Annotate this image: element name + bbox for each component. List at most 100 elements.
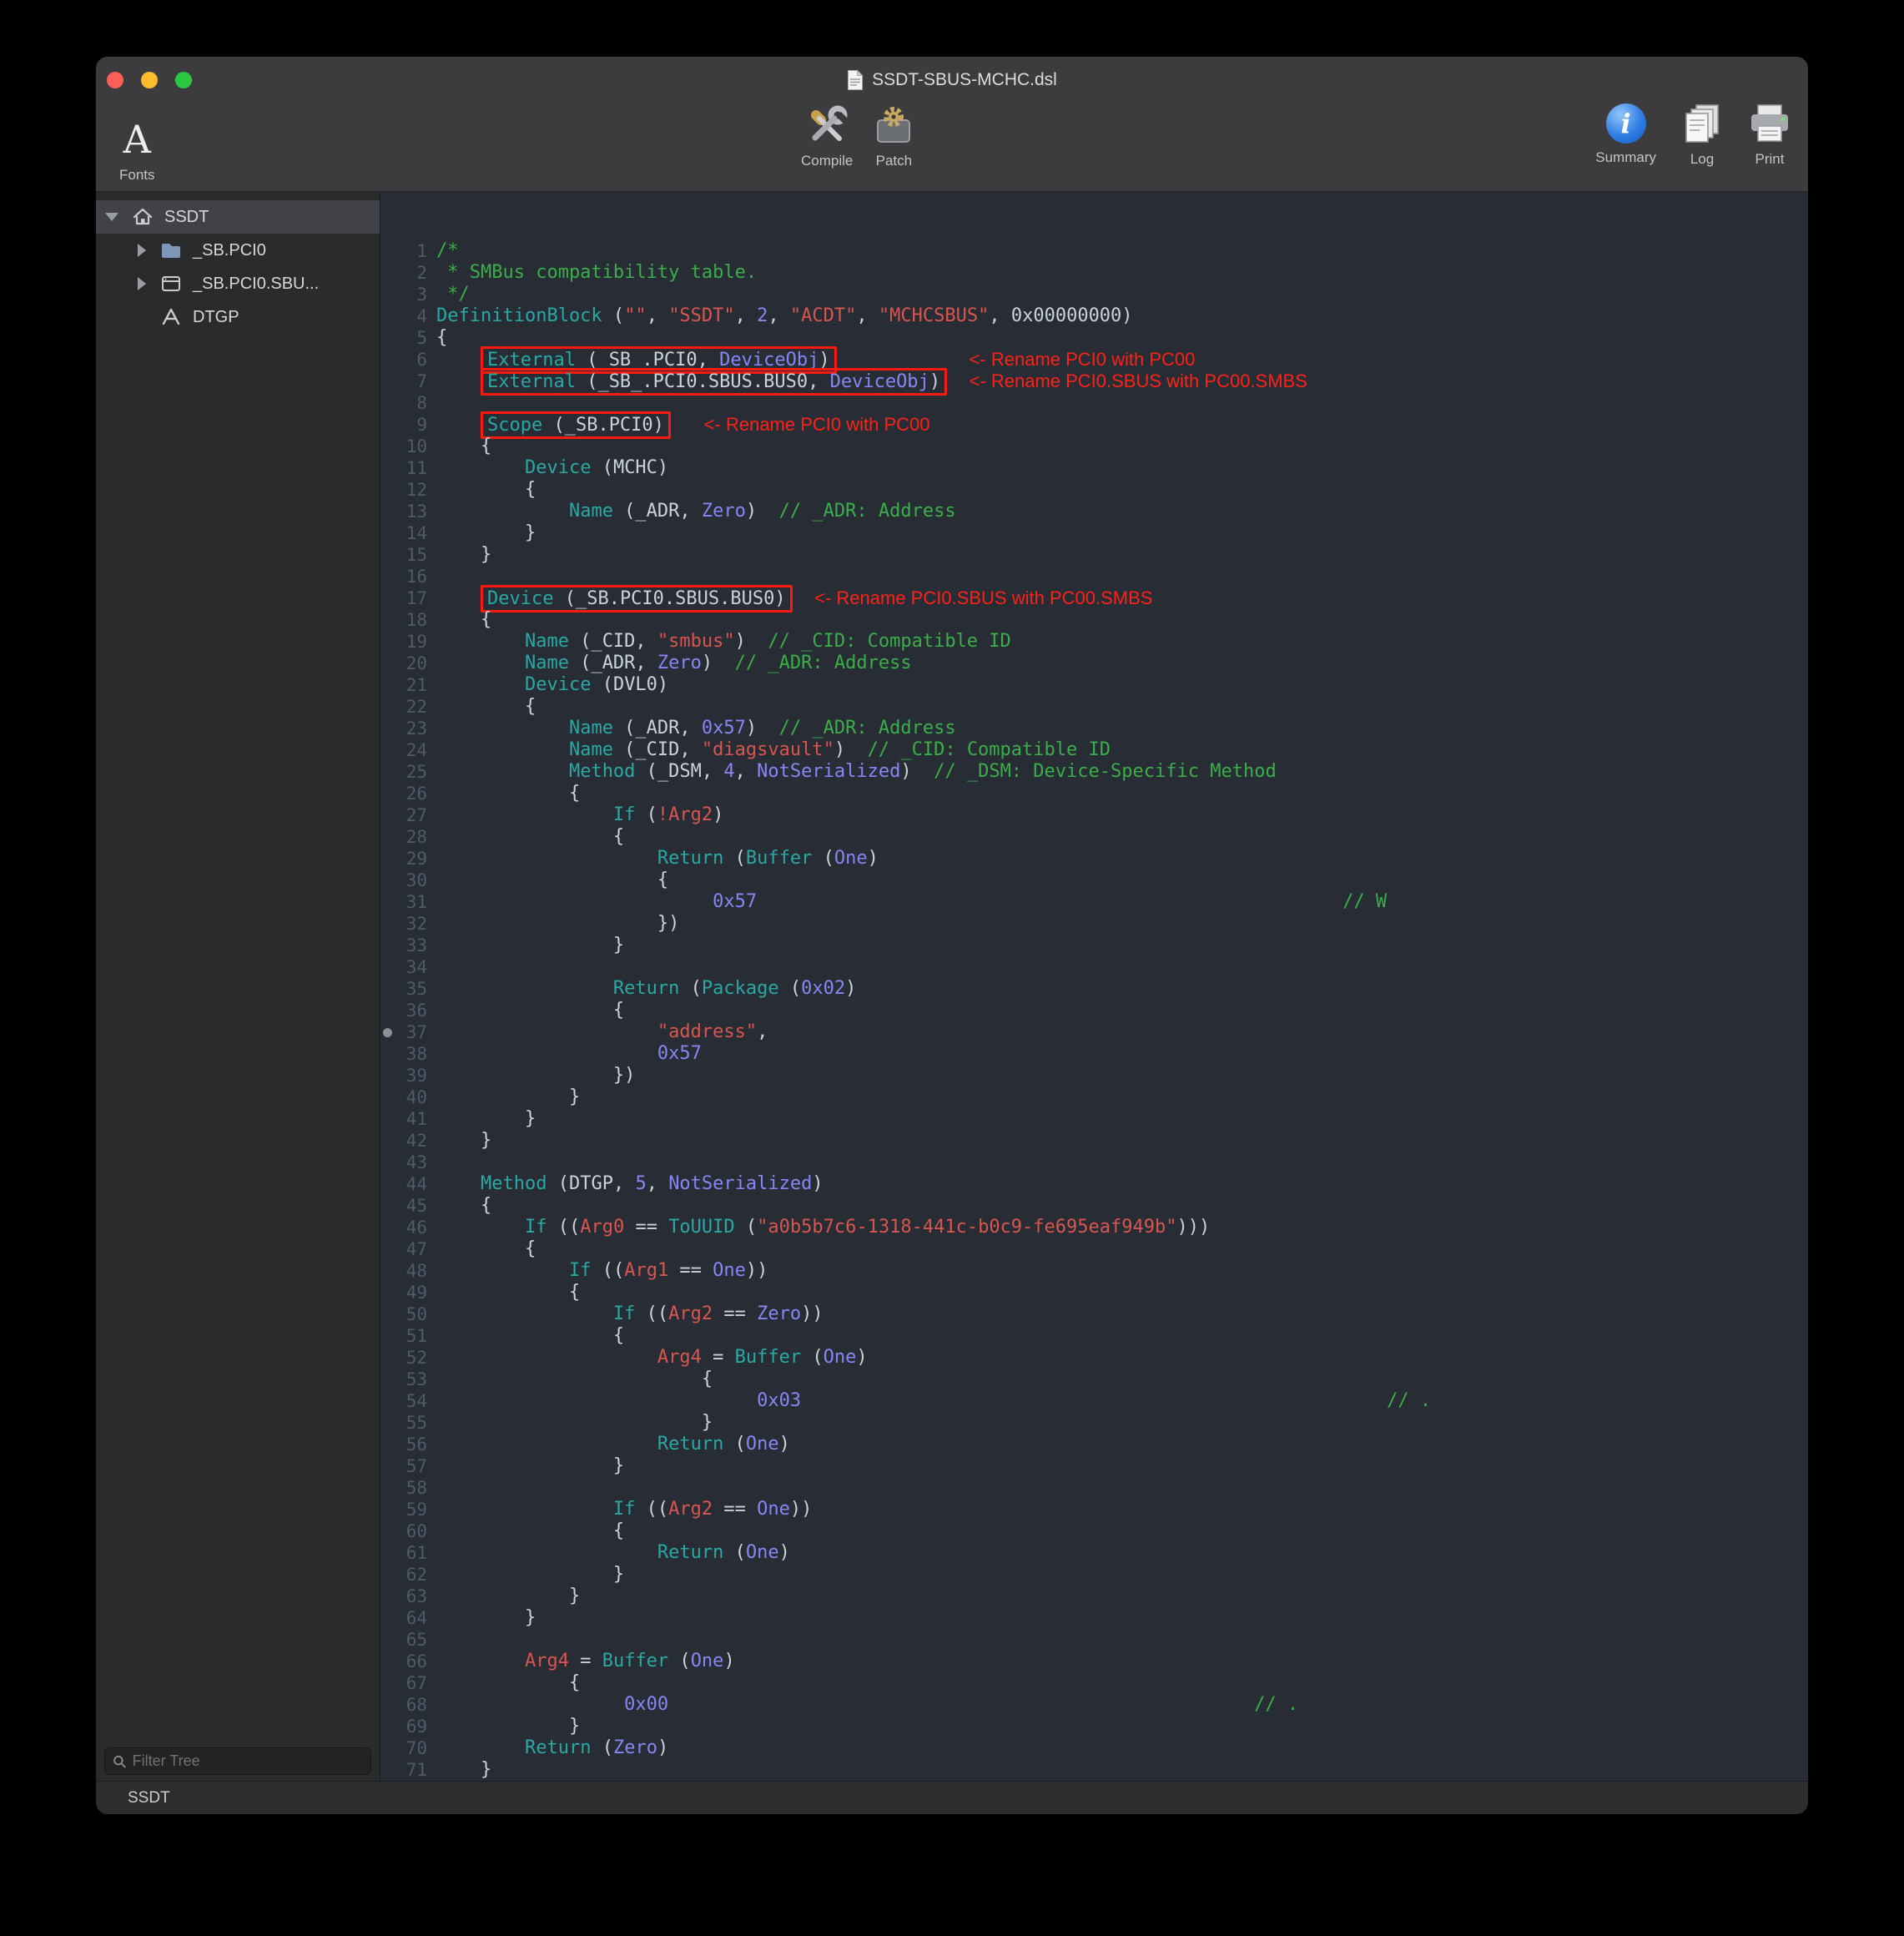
filter-input[interactable] [133, 1752, 363, 1770]
code-token [436, 978, 613, 999]
code-token: // _ADR: Address [779, 718, 956, 739]
code-token: ( [679, 978, 702, 999]
patch-button[interactable]: Patch [871, 103, 916, 177]
code-token: 0x03 [757, 1390, 801, 1411]
code-token: , [647, 1173, 669, 1194]
sidebar: SSDT _SB.PCI0 [96, 192, 380, 1781]
code-line: 52 Arg4 = Buffer (One) [380, 1347, 1808, 1369]
summary-button[interactable]: i Summary [1595, 103, 1656, 174]
line-number: 32 [380, 913, 427, 935]
title-bar[interactable]: SSDT-SBUS-MCHC.dsl [96, 57, 1808, 103]
code-line: 7 External (_SB_.PCI0.SBUS.BUS0, DeviceO… [380, 371, 1808, 392]
line-number: 20 [380, 653, 427, 674]
code-line: 56 Return (One) [380, 1434, 1808, 1455]
rename-annotation-text: <- Rename PCI0 with PC00 [970, 349, 1196, 370]
line-number: 43 [380, 1152, 427, 1173]
sidebar-item-dtgp[interactable]: DTGP [96, 300, 380, 334]
line-number: 45 [380, 1195, 427, 1217]
sidebar-item-label: SSDT [164, 208, 209, 227]
code-token [436, 1217, 525, 1238]
code-token [436, 674, 525, 695]
code-line: 19 Name (_CID, "smbus") // _CID: Compati… [380, 631, 1808, 653]
code-token [671, 415, 704, 436]
code-token: One [691, 1651, 724, 1671]
code-token: { [481, 436, 491, 456]
code-token: = [702, 1347, 735, 1368]
code-token: 2 [757, 305, 768, 326]
code-line: 44 Method (DTGP, 5, NotSerialized) [380, 1173, 1808, 1195]
code-token: If [613, 1499, 636, 1520]
code-token: { [657, 870, 668, 890]
device-icon [160, 273, 182, 295]
filter-field[interactable] [104, 1747, 371, 1775]
code-token: (_DSM, [635, 761, 723, 782]
disclosure-triangle-closed[interactable] [138, 277, 146, 290]
code-token: ( [668, 1651, 691, 1671]
code-token: Zero [657, 653, 702, 673]
code-token: 0x57 [713, 891, 757, 912]
code-line: 33 } [380, 935, 1808, 956]
line-number: 56 [380, 1434, 427, 1455]
code-token: Return [657, 1542, 723, 1563]
zoom-button[interactable] [175, 72, 192, 88]
line-number: 9 [380, 414, 427, 436]
sidebar-item-ssdt[interactable]: SSDT [96, 200, 380, 234]
log-button[interactable]: Log [1681, 103, 1723, 175]
code-token: , [735, 761, 758, 782]
sidebar-item-sb-pci0-sbus[interactable]: _SB.PCI0.SBU... [96, 267, 380, 300]
line-number: 64 [380, 1607, 427, 1629]
code-token: Buffer [735, 1347, 801, 1368]
code-token: } [481, 1130, 491, 1151]
code-token [436, 1564, 613, 1585]
status-text: SSDT [128, 1789, 170, 1807]
line-number: 18 [380, 609, 427, 631]
code-token [436, 1586, 569, 1606]
code-token: (_SB_.PCI0.SBUS.BUS0, [576, 371, 830, 392]
code-token: DefinitionBlock [436, 305, 602, 326]
code-token: (DTGP, [547, 1173, 635, 1194]
disclosure-triangle-closed[interactable] [138, 244, 146, 257]
code-line: 34 [380, 956, 1808, 978]
disclosure-triangle-open[interactable] [105, 213, 118, 221]
patch-label: Patch [876, 153, 912, 169]
code-line: 69 } [380, 1716, 1808, 1737]
fonts-button[interactable]: A Fonts [119, 103, 155, 191]
print-button[interactable]: Print [1748, 103, 1791, 175]
line-number: 61 [380, 1542, 427, 1564]
code-token: Method [569, 761, 635, 782]
minimize-button[interactable] [141, 72, 158, 88]
code-token: Name [569, 501, 613, 522]
sidebar-item-label: _SB.PCI0 [193, 241, 266, 260]
code-token: (( [635, 1499, 668, 1520]
line-number: 54 [380, 1390, 427, 1412]
compile-button[interactable]: Compile [801, 103, 853, 177]
code-token: One [746, 1542, 779, 1563]
code-token [436, 1021, 657, 1042]
code-line: 65 [380, 1629, 1808, 1651]
code-token: // _DSM: Device-Specific Method [934, 761, 1277, 782]
line-number: 48 [380, 1260, 427, 1282]
code-token: Return [613, 978, 679, 999]
code-token: Name [569, 739, 613, 760]
code-token [436, 415, 481, 436]
code-line: 2 * SMBus compatibility table. [380, 262, 1808, 284]
line-number: 36 [380, 1000, 427, 1021]
code-line: 58 [380, 1477, 1808, 1499]
code-token: ( [723, 1542, 746, 1563]
code-token: { [481, 609, 491, 630]
line-number: 51 [380, 1325, 427, 1347]
sidebar-item-sb-pci0[interactable]: _SB.PCI0 [96, 234, 380, 267]
code-token [436, 436, 481, 456]
line-number: 58 [380, 1477, 427, 1499]
close-button[interactable] [107, 72, 123, 88]
code-line: 68 0x00 // . [380, 1694, 1808, 1716]
code-line: 13 Name (_ADR, Zero) // _ADR: Address [380, 501, 1808, 522]
code-token: } [569, 1086, 580, 1107]
rename-annotation-text: <- Rename PCI0.SBUS with PC00.SMBS [814, 587, 1152, 608]
code-token [436, 1434, 657, 1455]
code-token [436, 1303, 613, 1324]
code-token [436, 913, 657, 934]
code-editor[interactable]: 1/*2 * SMBus compatibility table.3 */4De… [380, 192, 1808, 1781]
code-token: { [613, 1520, 624, 1541]
line-number: 2 [380, 262, 427, 284]
